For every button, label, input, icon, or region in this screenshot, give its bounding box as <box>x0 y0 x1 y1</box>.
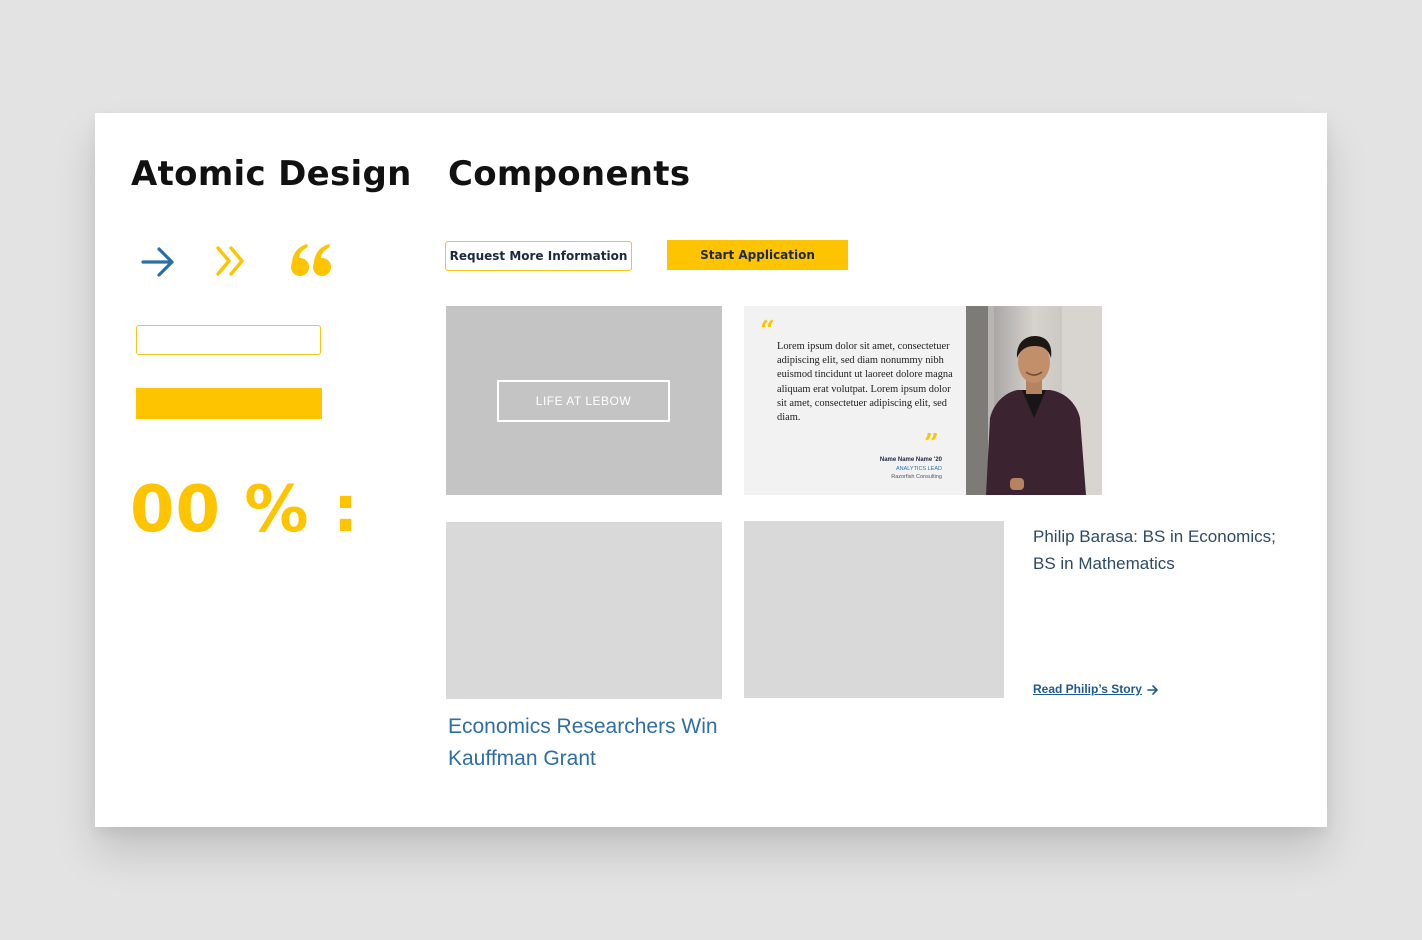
news-headline-link[interactable]: Economics Researchers Win Kauffman Grant <box>448 711 738 775</box>
components-heading: Components <box>448 154 691 194</box>
attribution-company: Razorfish Consulting <box>891 474 942 480</box>
close-quote-mark-icon: ” <box>924 429 939 459</box>
life-at-lebow-tile: LIFE AT LEBOW <box>446 306 722 495</box>
quote-attribution: Name Name Name '20 ANALYTICS LEAD Razorf… <box>880 456 942 482</box>
arrow-right-icon <box>1147 685 1158 695</box>
story-image-placeholder <box>744 521 1004 698</box>
sample-yellow-bar <box>136 388 322 419</box>
testimonial-quote-card: “ Lorem ipsum dolor sit amet, consectetu… <box>744 306 1102 495</box>
attribution-name: Name Name Name '20 <box>879 457 942 463</box>
open-quote-mark-icon: “ <box>760 316 775 346</box>
story-headline: Philip Barasa: BS in Economics; BS in Ma… <box>1033 527 1276 573</box>
atomic-design-heading: Atomic Design <box>131 154 412 194</box>
life-at-lebow-button[interactable]: LIFE AT LEBOW <box>497 380 670 422</box>
request-more-information-button[interactable]: Request More Information <box>445 241 632 271</box>
portrait-illustration <box>966 306 1102 495</box>
read-story-link-label: Read Philip’s Story <box>1033 682 1142 696</box>
attribution-role: ANALYTICS LEAD <box>895 465 942 472</box>
open-quote-icon <box>291 244 331 276</box>
design-board: Atomic Design 00 % : Components Request … <box>95 113 1327 827</box>
student-portrait-photo <box>966 306 1102 495</box>
sample-text-input[interactable] <box>136 325 321 355</box>
start-application-button[interactable]: Start Application <box>667 240 848 270</box>
quote-panel: “ Lorem ipsum dolor sit amet, consectetu… <box>744 306 966 495</box>
arrow-right-icon <box>141 247 174 277</box>
news-image-placeholder <box>446 522 722 699</box>
read-story-link[interactable]: Read Philip’s Story <box>1033 682 1159 696</box>
numeral-samples: 00 % : <box>130 473 360 547</box>
quote-text: Lorem ipsum dolor sit amet, consectetuer… <box>777 341 953 424</box>
double-chevron-right-icon <box>216 246 244 276</box>
